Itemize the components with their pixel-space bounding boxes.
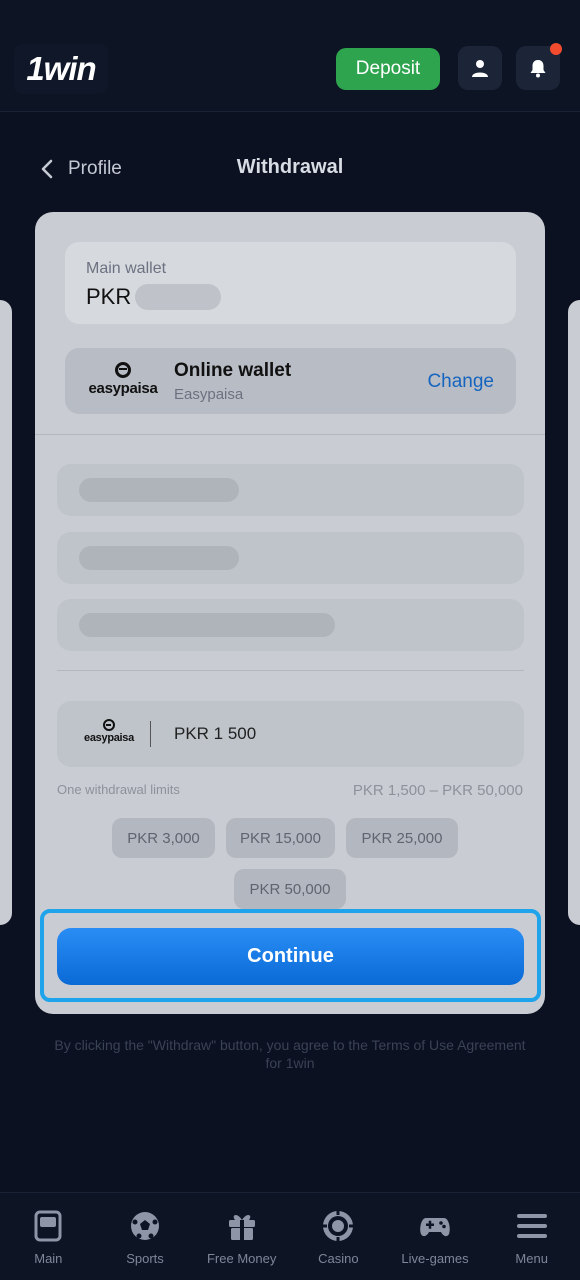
easypaisa-mark-icon xyxy=(103,719,115,731)
amount-value[interactable]: PKR 1 500 xyxy=(174,724,256,744)
bottom-navigation: Main Sports Free Money Casino Live-games… xyxy=(0,1192,580,1280)
main-icon xyxy=(34,1210,62,1242)
top-header: 1win Deposit xyxy=(0,0,580,112)
phone-field[interactable] xyxy=(57,599,524,651)
hidden-balance xyxy=(135,284,222,310)
bell-icon xyxy=(530,60,546,78)
wallet-label: Main wallet xyxy=(86,260,167,277)
notifications-button[interactable] xyxy=(516,43,562,90)
nav-item-free-money[interactable]: Free Money xyxy=(193,1193,290,1280)
method-subtitle: Easypaisa xyxy=(174,386,244,403)
deposit-button[interactable]: Deposit xyxy=(336,48,440,90)
wallet-currency: PKR xyxy=(86,284,132,309)
casino-chip-icon xyxy=(323,1211,354,1241)
nav-label: Live-games xyxy=(401,1251,469,1266)
hidden-field-value xyxy=(79,613,335,637)
profile-button[interactable] xyxy=(458,46,502,90)
brand-logo[interactable]: 1win xyxy=(14,44,108,94)
nav-label: Menu xyxy=(515,1251,548,1266)
main-wallet-box: Main wallet PKR xyxy=(65,242,516,324)
divider xyxy=(57,670,524,671)
nav-label: Sports xyxy=(126,1251,164,1266)
account-field[interactable] xyxy=(57,464,524,516)
soccer-ball-icon xyxy=(131,1212,159,1240)
hidden-field-value xyxy=(79,546,239,570)
adjacent-card-right xyxy=(568,300,580,925)
gift-icon xyxy=(228,1215,255,1240)
name-field[interactable] xyxy=(57,532,524,584)
nav-item-menu[interactable]: Menu xyxy=(483,1193,580,1280)
nav-label: Main xyxy=(34,1251,63,1266)
payment-method-box[interactable]: easypaisa Online wallet Easypaisa Change xyxy=(65,348,516,414)
gamepad-icon xyxy=(420,1218,450,1237)
easypaisa-logo-text: easypaisa xyxy=(88,380,158,397)
preset-amount-button[interactable]: PKR 50,000 xyxy=(234,869,346,909)
easypaisa-mark-icon xyxy=(115,362,131,378)
continue-button[interactable]: Continue xyxy=(57,928,524,985)
separator xyxy=(150,721,151,747)
easypaisa-logo-small: easypaisa xyxy=(81,719,137,751)
page-title: Withdrawal xyxy=(236,156,344,178)
easypaisa-logo-text: easypaisa xyxy=(84,732,134,744)
adjacent-card-left xyxy=(0,300,12,925)
limits-label: One withdrawal limits xyxy=(57,782,180,797)
amount-input[interactable]: easypaisa PKR 1 500 xyxy=(57,701,524,767)
preset-amount-button[interactable]: PKR 25,000 xyxy=(346,818,458,858)
nav-item-sports[interactable]: Sports xyxy=(97,1193,194,1280)
limits-range: PKR 1,500 – PKR 50,000 xyxy=(352,782,523,799)
easypaisa-logo: easypaisa xyxy=(85,362,161,402)
nav-item-main[interactable]: Main xyxy=(0,1193,97,1280)
change-method-link[interactable]: Change xyxy=(427,371,494,393)
menu-icon xyxy=(516,1214,547,1238)
wallet-balance: PKR xyxy=(86,284,222,310)
notification-badge xyxy=(550,43,562,55)
nav-item-live-games[interactable]: Live-games xyxy=(387,1193,484,1280)
nav-item-casino[interactable]: Casino xyxy=(290,1193,387,1280)
nav-label: Free Money xyxy=(206,1251,277,1266)
terms-text: By clicking the "Withdraw" button, you a… xyxy=(54,1037,526,1071)
user-icon xyxy=(472,60,488,77)
preset-amount-button[interactable]: PKR 15,000 xyxy=(226,818,335,858)
hidden-field-value xyxy=(79,478,239,502)
withdrawal-card: Main wallet PKR easypaisa Online wallet … xyxy=(35,212,545,1014)
divider xyxy=(35,434,545,435)
nav-label: Casino xyxy=(318,1251,359,1266)
preset-amount-button[interactable]: PKR 3,000 xyxy=(112,818,215,858)
method-title: Online wallet xyxy=(174,360,292,381)
